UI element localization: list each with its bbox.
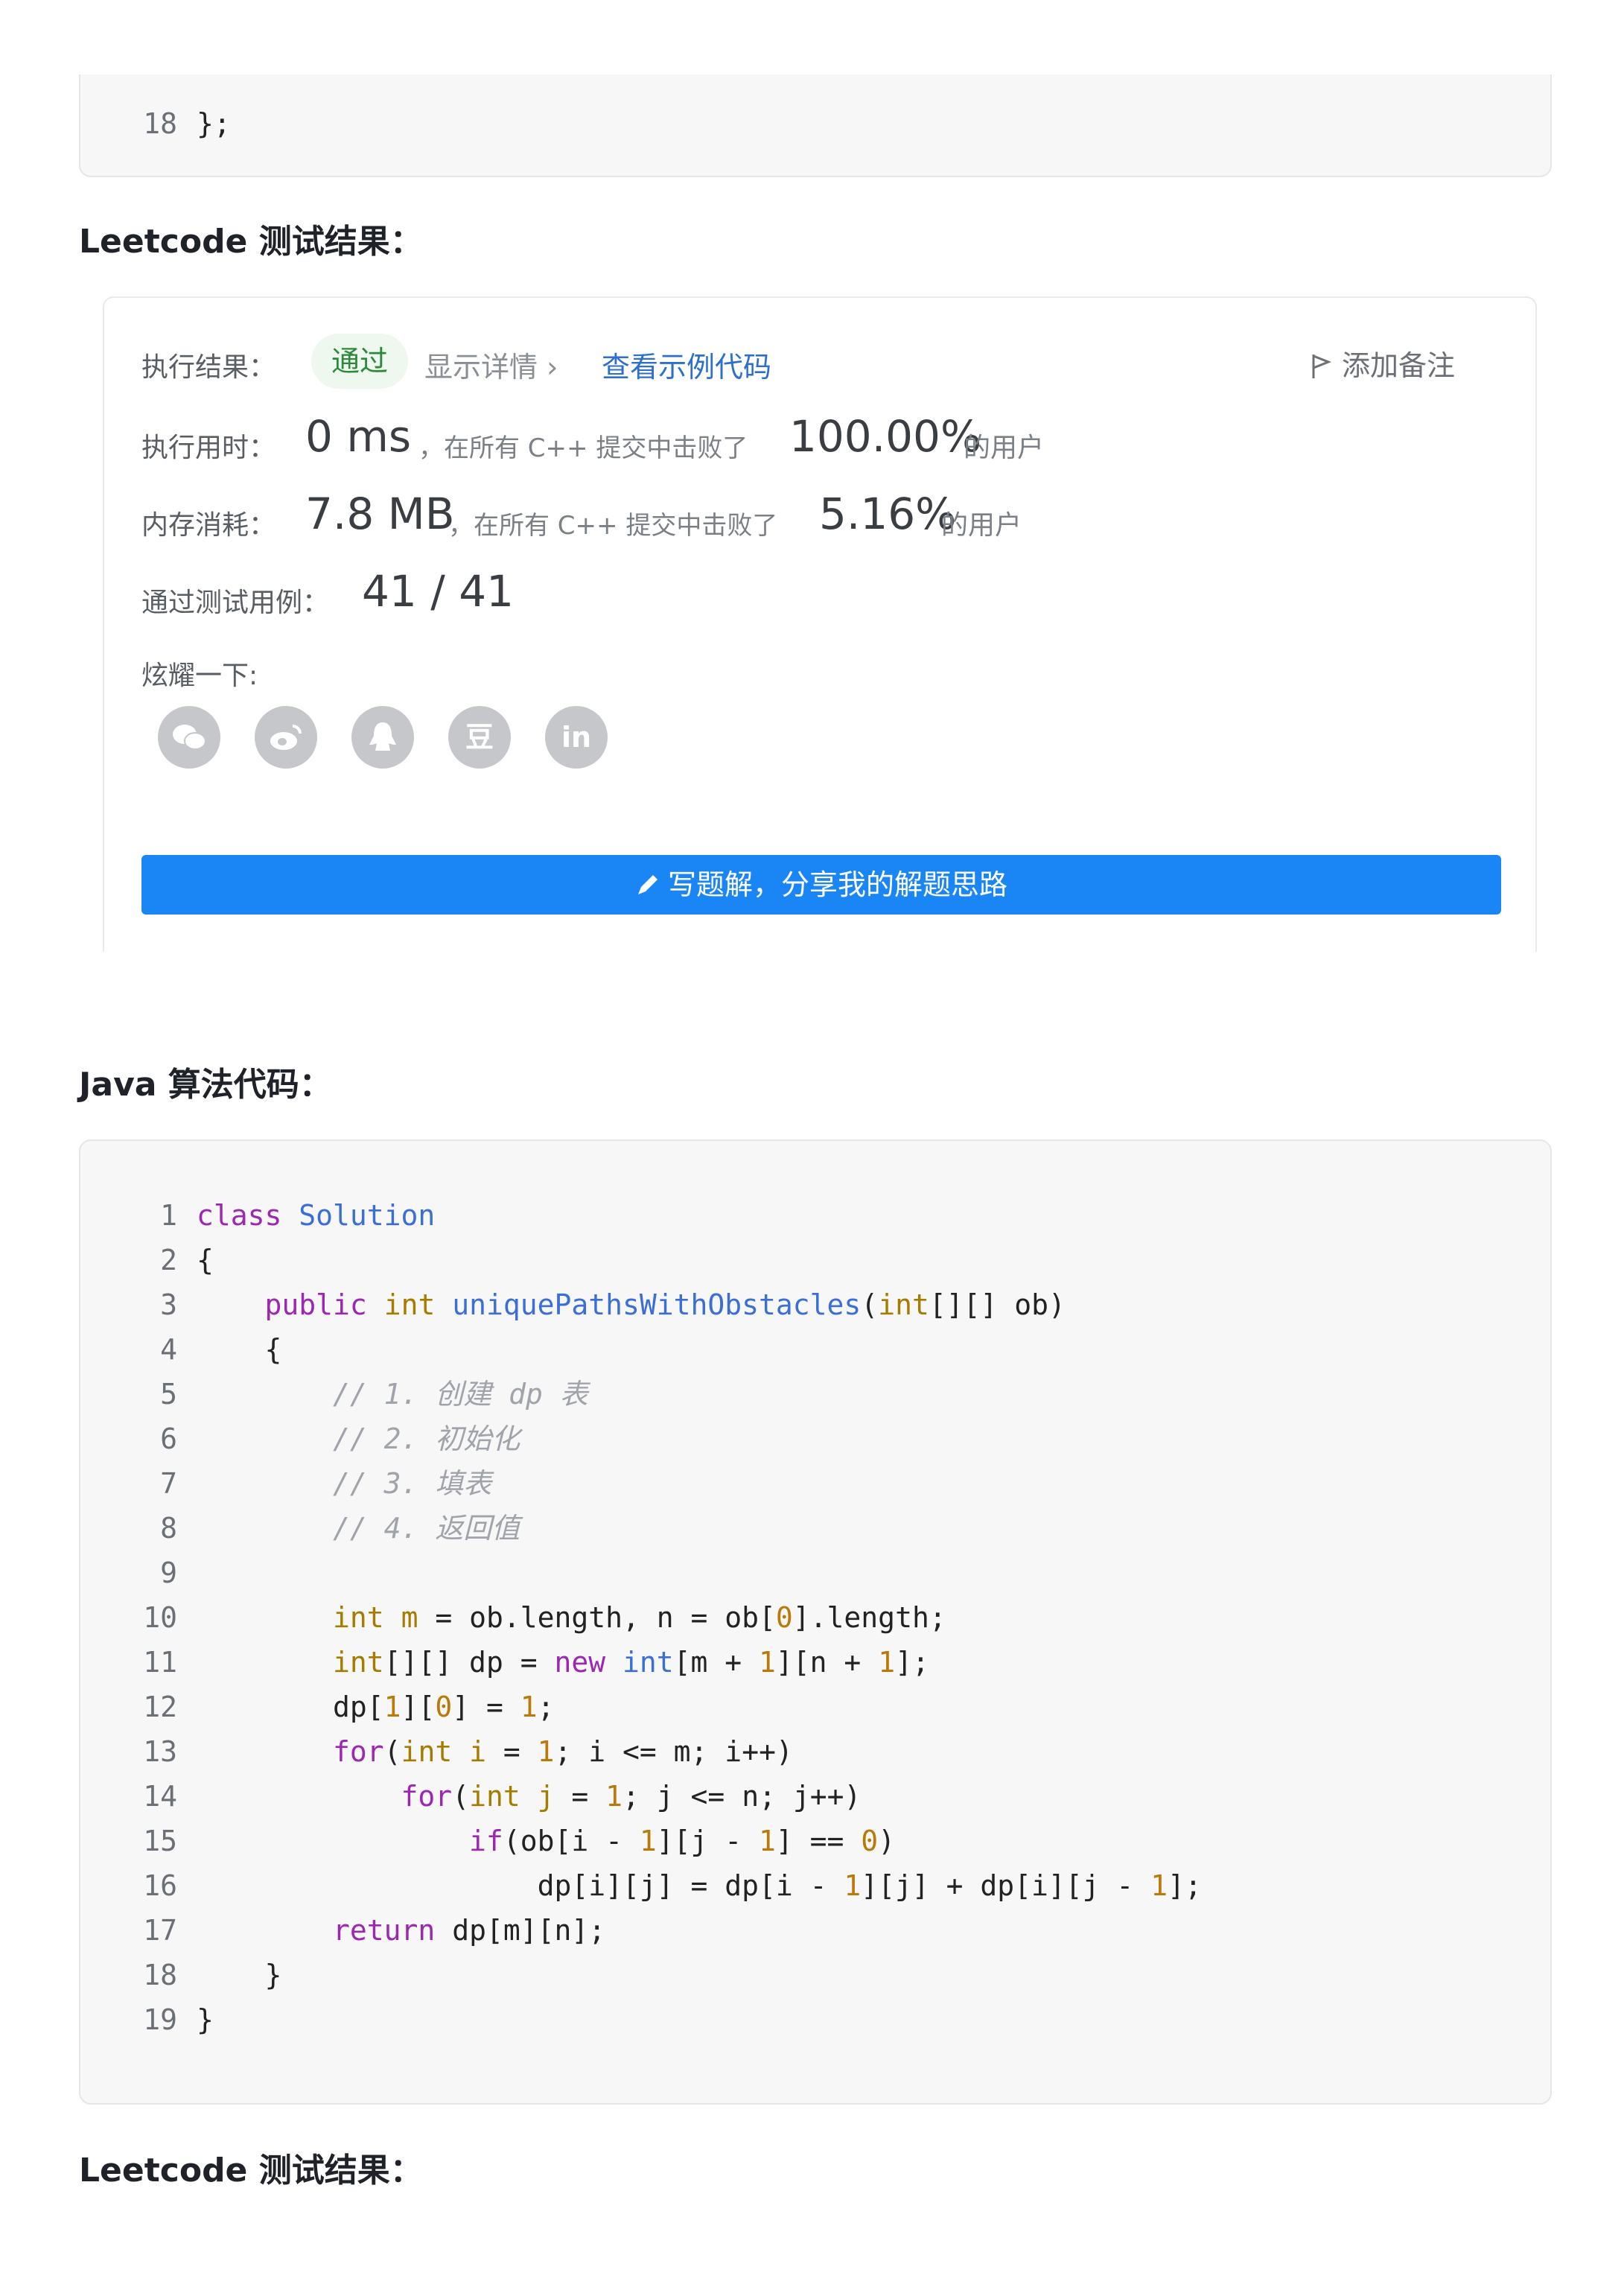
line-number: 16 — [143, 1869, 177, 1902]
share-label: 炫耀一下: — [141, 661, 258, 691]
code-line: 18}; — [80, 101, 231, 146]
code-text: }; — [197, 107, 231, 140]
submission-result-card: 执行结果： 通过 显示详情 › 查看示例代码 添加备注 执行用时： 0 ms ，… — [103, 296, 1537, 952]
code-line: 17 return dp[m][n]; — [80, 1908, 605, 1953]
code-line: 19} — [80, 1997, 214, 2042]
pass-badge: 通过 — [311, 334, 408, 389]
code-line: 14 for(int j = 1; j <= n; j++) — [80, 1774, 861, 1819]
test-cases-value: 41 / 41 — [362, 566, 515, 617]
memory-desc: ，在所有 C++ 提交中击败了 — [448, 511, 778, 541]
linkedin-icon[interactable]: in — [545, 706, 608, 769]
pencil-icon — [637, 875, 657, 894]
code-block-java: 1 class Solution 2{ 3 public int uniquePa… — [79, 1139, 1552, 2105]
code-line: 11 int[][] dp = new int[m + 1][n + 1]; — [80, 1640, 929, 1685]
flag-icon — [1312, 354, 1332, 378]
code-line: 7 // 3. 填表 — [80, 1461, 491, 1506]
line-number: 19 — [143, 2003, 177, 2036]
qq-icon[interactable] — [351, 706, 414, 769]
line-number: 5 — [160, 1378, 177, 1411]
section-heading-leetcode-result: Leetcode 测试结果： — [79, 223, 423, 261]
test-cases-label: 通过测试用例： — [141, 588, 330, 618]
line-number: 18 — [143, 107, 177, 140]
line-number: 15 — [143, 1825, 177, 1857]
code-line: 9 — [80, 1551, 197, 1595]
runtime-value: 0 ms — [305, 411, 412, 462]
code-line: 6 // 2. 初始化 — [80, 1416, 520, 1461]
code-line: 3 public int uniquePathsWithObstacles(in… — [80, 1282, 1066, 1327]
add-note-button[interactable]: 添加备注 — [1311, 343, 1455, 384]
line-number: 9 — [160, 1556, 177, 1589]
code-line: 13 for(int i = 1; i <= m; i++) — [80, 1729, 793, 1774]
runtime-percent: 100.00% — [789, 411, 982, 462]
weibo-icon[interactable] — [255, 706, 317, 769]
line-number: 6 — [160, 1422, 177, 1455]
add-note-label: 添加备注 — [1342, 349, 1456, 382]
memory-suffix: 的用户 — [941, 510, 1022, 541]
code-line: 5 // 1. 创建 dp 表 — [80, 1372, 588, 1416]
line-number: 7 — [160, 1467, 177, 1500]
write-solution-button[interactable]: 写题解，分享我的解题思路 — [141, 855, 1501, 915]
exec-result-label: 执行结果： — [141, 352, 276, 383]
wechat-icon[interactable] — [158, 706, 220, 769]
code-line: 4 { — [80, 1327, 281, 1372]
memory-percent: 5.16% — [819, 489, 957, 539]
memory-value: 7.8 MB — [305, 489, 455, 539]
code-line: 2{ — [80, 1238, 214, 1282]
line-number: 3 — [160, 1288, 177, 1321]
code-line: 1 class Solution — [80, 1193, 435, 1238]
line-number: 8 — [160, 1512, 177, 1545]
douban-icon[interactable]: 豆 — [448, 706, 511, 769]
write-solution-label: 写题解，分享我的解题思路 — [667, 868, 1007, 901]
code-line: 18 } — [80, 1953, 281, 1997]
runtime-label: 执行用时： — [141, 433, 276, 463]
view-sample-code-link[interactable]: 查看示例代码 — [602, 344, 771, 385]
line-number: 4 — [160, 1333, 177, 1366]
section-heading-leetcode-result-2: Leetcode 测试结果： — [79, 2152, 423, 2190]
runtime-suffix: 的用户 — [964, 433, 1045, 463]
memory-label: 内存消耗： — [141, 510, 276, 541]
section-heading-java-code: Java 算法代码： — [79, 1066, 332, 1104]
line-number: 1 — [160, 1199, 177, 1232]
line-number: 17 — [143, 1914, 177, 1947]
line-number: 2 — [160, 1244, 177, 1276]
code-line: 10 int m = ob.length, n = ob[0].length; — [80, 1595, 946, 1640]
code-line: 16 dp[i][j] = dp[i - 1][j] + dp[i][j - 1… — [80, 1863, 1202, 1908]
runtime-desc: ，在所有 C++ 提交中击败了 — [418, 433, 748, 463]
code-line: 12 dp[1][0] = 1; — [80, 1685, 554, 1729]
show-details-link[interactable]: 显示详情 › — [424, 344, 558, 385]
line-number: 14 — [143, 1780, 177, 1813]
code-line: 15 if(ob[i - 1][j - 1] == 0) — [80, 1819, 895, 1863]
code-line: 8 // 4. 返回值 — [80, 1506, 520, 1551]
line-number: 18 — [143, 1959, 177, 1991]
line-number: 11 — [143, 1646, 177, 1679]
code-block-top: 18}; — [79, 74, 1552, 177]
line-number: 10 — [143, 1601, 177, 1634]
line-number: 12 — [143, 1691, 177, 1723]
line-number: 13 — [143, 1735, 177, 1768]
